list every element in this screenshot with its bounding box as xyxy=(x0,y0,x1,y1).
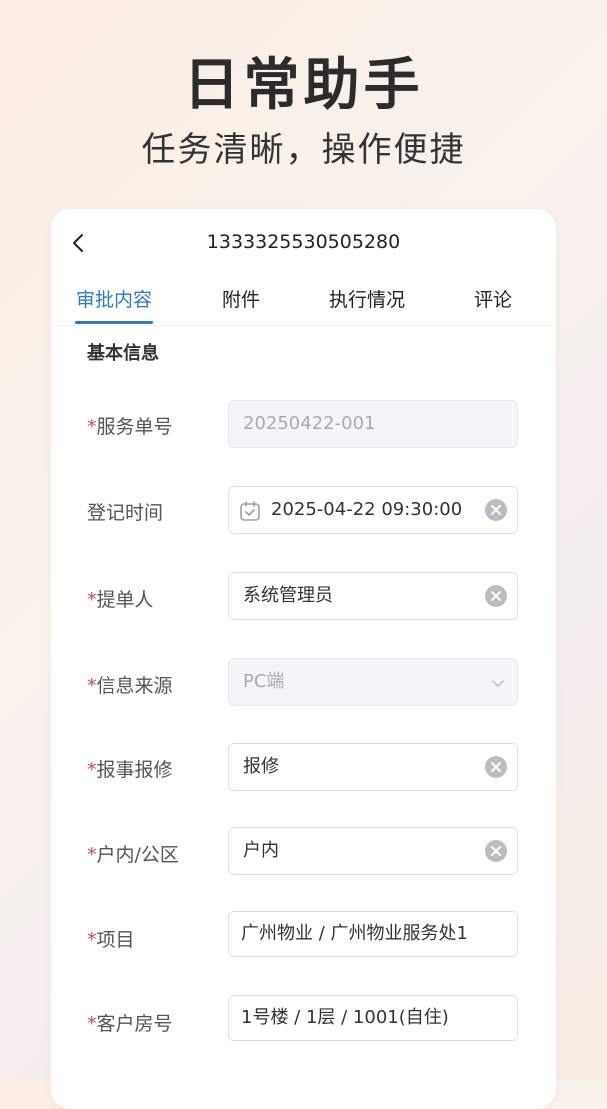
report-type-field[interactable]: 报修 xyxy=(228,743,518,791)
project-value: 广州物业 / 广州物业服务处1 xyxy=(241,923,468,944)
submitter-value: 系统管理员 xyxy=(243,585,333,606)
submitter-label: *提单人 xyxy=(87,589,154,611)
clear-icon[interactable] xyxy=(485,585,507,607)
info-source-select[interactable]: PC端 xyxy=(228,658,518,706)
hero-title: 日常助手 xyxy=(183,53,424,118)
project-field[interactable]: 广州物业 / 广州物业服务处1 xyxy=(228,911,518,957)
tab-execution[interactable]: 执行情况 xyxy=(329,285,405,312)
service-number-field[interactable]: 20250422-001 xyxy=(228,400,518,448)
register-time-label: 登记时间 xyxy=(87,502,164,524)
submitter-field[interactable]: 系统管理员 xyxy=(228,572,518,620)
area-type-value: 户内 xyxy=(243,840,279,861)
section-title: 基本信息 xyxy=(87,343,159,364)
clear-icon[interactable] xyxy=(485,499,507,521)
hero-subtitle: 任务清晰，操作便捷 xyxy=(141,130,466,170)
tabs-divider xyxy=(51,325,556,326)
register-time-field[interactable]: 2025-04-22 09:30:00 xyxy=(228,486,518,534)
tab-bar: 审批内容 附件 执行情况 评论 xyxy=(51,285,556,327)
register-time-value: 2025-04-22 09:30:00 xyxy=(271,499,463,520)
service-number-value: 20250422-001 xyxy=(243,413,376,434)
calendar-icon xyxy=(240,501,260,521)
clear-icon[interactable] xyxy=(485,756,507,778)
page-title: 1333325530505280 xyxy=(206,231,401,253)
tab-comments[interactable]: 评论 xyxy=(474,285,512,312)
tab-attachments[interactable]: 附件 xyxy=(222,285,260,312)
service-number-label: *服务单号 xyxy=(87,416,173,438)
area-type-field[interactable]: 户内 xyxy=(228,827,518,875)
room-number-label: *客户房号 xyxy=(87,1013,173,1035)
report-type-label: *报事报修 xyxy=(87,759,173,781)
active-tab-indicator xyxy=(75,321,153,324)
area-type-label: *户内/公区 xyxy=(87,844,179,866)
project-label: *项目 xyxy=(87,929,135,951)
report-type-value: 报修 xyxy=(243,756,279,777)
info-source-value: PC端 xyxy=(243,671,285,692)
tab-approval-content[interactable]: 审批内容 xyxy=(76,285,152,312)
detail-card: 1333325530505280 审批内容 附件 执行情况 评论 基本信息 *服… xyxy=(51,209,556,1109)
chevron-down-icon xyxy=(492,680,504,687)
clear-icon[interactable] xyxy=(485,840,507,862)
room-number-value: 1号楼 / 1层 / 1001(自住) xyxy=(241,1007,449,1028)
room-number-field[interactable]: 1号楼 / 1层 / 1001(自住) xyxy=(228,995,518,1041)
info-source-label: *信息来源 xyxy=(87,675,173,697)
